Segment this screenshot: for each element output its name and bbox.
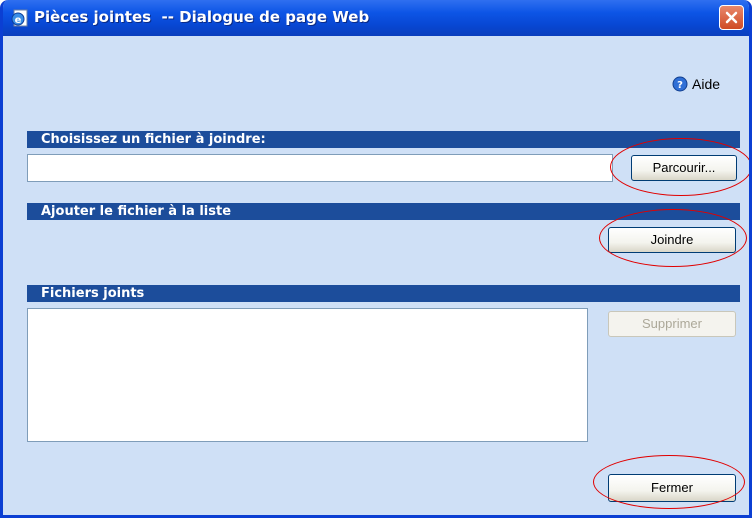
attached-files-header: Fichiers joints — [27, 285, 740, 302]
choose-file-header: Choisissez un fichier à joindre: — [27, 131, 740, 148]
delete-button[interactable]: Supprimer — [608, 311, 736, 337]
svg-text:?: ? — [677, 80, 683, 91]
title-bar[interactable]: e Pièces jointes -- Dialogue de page Web — [3, 0, 749, 36]
help-label: Aide — [692, 76, 721, 92]
svg-text:e: e — [15, 15, 22, 26]
window-title: Pièces jointes -- Dialogue de page Web — [34, 8, 370, 26]
attach-button[interactable]: Joindre — [608, 227, 736, 253]
close-window-button[interactable] — [719, 5, 744, 30]
close-button[interactable]: Fermer — [608, 474, 736, 502]
ie-page-icon: e — [10, 8, 30, 28]
add-to-list-header: Ajouter le fichier à la liste — [27, 203, 740, 220]
help-icon: ? — [672, 76, 688, 92]
attached-files-list[interactable] — [27, 308, 588, 442]
file-path-input[interactable] — [27, 154, 613, 182]
close-icon — [725, 11, 738, 24]
browse-button[interactable]: Parcourir... — [631, 155, 737, 181]
attachments-dialog: e Pièces jointes -- Dialogue de page Web… — [0, 0, 752, 518]
